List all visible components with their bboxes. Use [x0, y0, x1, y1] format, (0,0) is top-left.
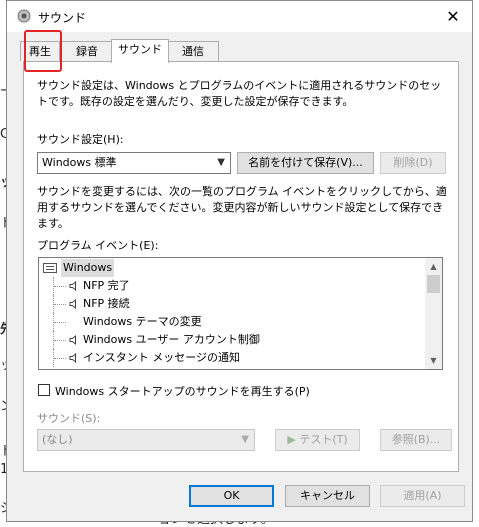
tab-label: サウンド: [118, 43, 162, 56]
scheme-select[interactable]: Windows 標準 ▼: [37, 152, 231, 174]
speaker-icon: [69, 299, 76, 309]
browse-button[interactable]: 参照(B)...: [380, 429, 452, 451]
chevron-down-icon: ▼: [217, 157, 225, 168]
speaker-icon: [69, 353, 76, 363]
chevron-down-icon: ▼: [241, 434, 249, 445]
tree-connector: [53, 349, 68, 367]
tab-communications[interactable]: 通信: [167, 41, 219, 61]
tree-connector: [53, 277, 68, 295]
event-label: NFP 接続: [83, 297, 130, 310]
program-events-list[interactable]: Windows NFP 完了 NFP 接続 Windows テーマの変更 Win…: [38, 257, 443, 370]
title-bar: サウンド ✕: [7, 1, 472, 32]
sound-dialog: サウンド ✕ 再生 録音 サウンド 通信 サウンド設定は、Windows とプロ…: [6, 0, 473, 522]
event-label: Windows ユーザー アカウント制御: [83, 333, 260, 346]
tab-sounds[interactable]: サウンド: [111, 39, 169, 63]
save-as-button[interactable]: 名前を付けて保存(V)...: [237, 152, 374, 174]
instructions-text: サウンドを変更するには、次の一覧のプログラム イベントをクリックしてから、適用す…: [37, 185, 447, 230]
tab-label: 通信: [182, 45, 204, 58]
close-button[interactable]: ✕: [434, 1, 472, 32]
event-label: インスタント メッセージの通知: [83, 351, 241, 364]
events-label: プログラム イベント(E):: [37, 239, 159, 252]
tree-connector: [53, 295, 68, 313]
tree-connector: [53, 313, 68, 331]
tab-recording[interactable]: 録音: [61, 41, 113, 61]
apply-button[interactable]: 適用(A): [380, 485, 465, 507]
event-label: Windows: [61, 259, 115, 277]
highlight-marker: [24, 30, 62, 72]
scroll-thumb[interactable]: [427, 275, 440, 293]
tree-connector: [53, 331, 68, 349]
intro-text: サウンド設定は、Windows とプログラムのイベントに適用されるサウンドのセッ…: [37, 79, 442, 108]
speaker-icon: [69, 335, 76, 345]
scroll-up-icon[interactable]: ▲: [425, 258, 442, 275]
play-icon: ▶: [287, 433, 296, 446]
events-scrollbar[interactable]: ▲ ▼: [425, 258, 442, 369]
close-icon: ✕: [446, 7, 460, 26]
window-title: サウンド: [38, 11, 87, 25]
sound-label: サウンド(S):: [37, 412, 101, 425]
sound-value: (なし): [42, 433, 73, 446]
scroll-down-icon[interactable]: ▼: [425, 352, 442, 369]
scheme-label: サウンド設定(H):: [37, 133, 124, 146]
event-label: NFP 完了: [83, 279, 130, 292]
test-button[interactable]: ▶ テスト(T): [275, 429, 360, 451]
tab-label: 録音: [76, 45, 98, 58]
delete-button[interactable]: 削除(D): [380, 152, 446, 174]
startup-sound-checkbox[interactable]: [38, 384, 50, 396]
startup-sound-label[interactable]: Windows スタートアップのサウンドを再生する(P): [55, 383, 310, 399]
test-button-label: テスト(T): [299, 433, 348, 446]
speaker-app-icon: [17, 9, 31, 23]
sound-select[interactable]: (なし) ▼: [37, 429, 255, 451]
speaker-icon: [69, 281, 76, 291]
event-label: Windows テーマの変更: [83, 315, 202, 328]
sounds-panel: サウンド設定は、Windows とプログラムのイベントに適用されるサウンドのセッ…: [23, 61, 459, 472]
cancel-button[interactable]: キャンセル: [285, 485, 370, 507]
windows-icon: [43, 263, 57, 273]
ok-button[interactable]: OK: [189, 485, 274, 507]
scheme-value: Windows 標準: [42, 156, 117, 169]
